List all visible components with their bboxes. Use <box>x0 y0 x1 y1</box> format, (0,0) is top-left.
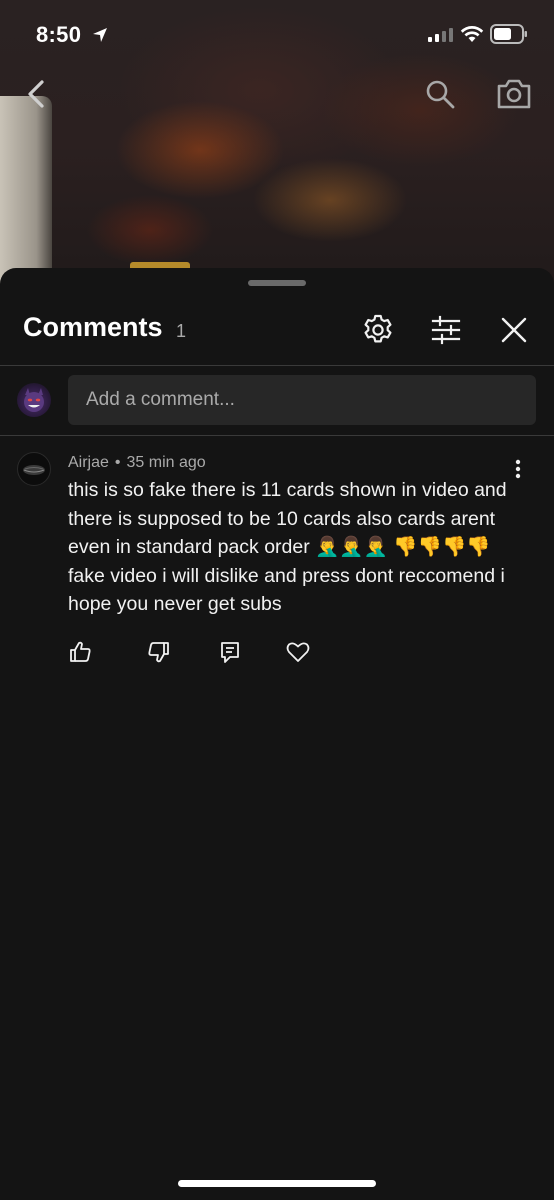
video-frame-object <box>0 96 52 286</box>
close-button[interactable] <box>496 312 532 348</box>
close-icon <box>496 312 532 348</box>
reply-icon <box>216 638 244 666</box>
thumbs-down-icon <box>144 638 172 666</box>
heart-button[interactable] <box>284 638 312 666</box>
cellular-signal-icon <box>428 28 454 42</box>
drag-handle[interactable] <box>248 280 306 286</box>
home-indicator[interactable] <box>178 1180 376 1187</box>
add-comment-input[interactable]: Add a comment... <box>68 375 536 425</box>
heart-icon <box>284 638 312 666</box>
back-button[interactable] <box>18 76 54 112</box>
divider <box>0 435 554 436</box>
dislike-button[interactable] <box>144 638 172 666</box>
wifi-icon <box>460 25 484 43</box>
chevron-left-icon <box>18 76 54 112</box>
comments-panel: Comments 1 Add a comment... Airjae • 35 … <box>0 268 554 1200</box>
thumbs-up-icon <box>67 638 95 666</box>
status-time: 8:50 <box>36 22 82 47</box>
camera-icon <box>494 76 534 112</box>
sliders-icon <box>428 312 464 348</box>
reply-button[interactable] <box>216 638 244 666</box>
comment-count: 1 <box>176 321 187 341</box>
avatar[interactable] <box>17 452 51 486</box>
avatar <box>17 383 51 417</box>
comment-meta: Airjae • 35 min ago <box>68 454 206 472</box>
comment-author[interactable]: Airjae <box>68 454 109 471</box>
gear-icon <box>360 312 396 348</box>
like-button[interactable] <box>67 638 95 666</box>
divider <box>0 365 554 366</box>
filter-button[interactable] <box>428 312 464 348</box>
search-icon <box>420 76 460 112</box>
status-bar: 8:50 <box>0 0 554 70</box>
location-arrow-icon <box>92 27 108 43</box>
comment-timestamp: 35 min ago <box>126 454 206 471</box>
settings-button[interactable] <box>360 312 396 348</box>
camera-button[interactable] <box>494 76 534 112</box>
meta-separator: • <box>114 454 121 471</box>
panel-title: Comments <box>23 312 163 342</box>
search-button[interactable] <box>420 76 460 112</box>
battery-icon <box>490 24 528 44</box>
comment-text: this is so fake there is 11 cards shown … <box>68 479 507 615</box>
